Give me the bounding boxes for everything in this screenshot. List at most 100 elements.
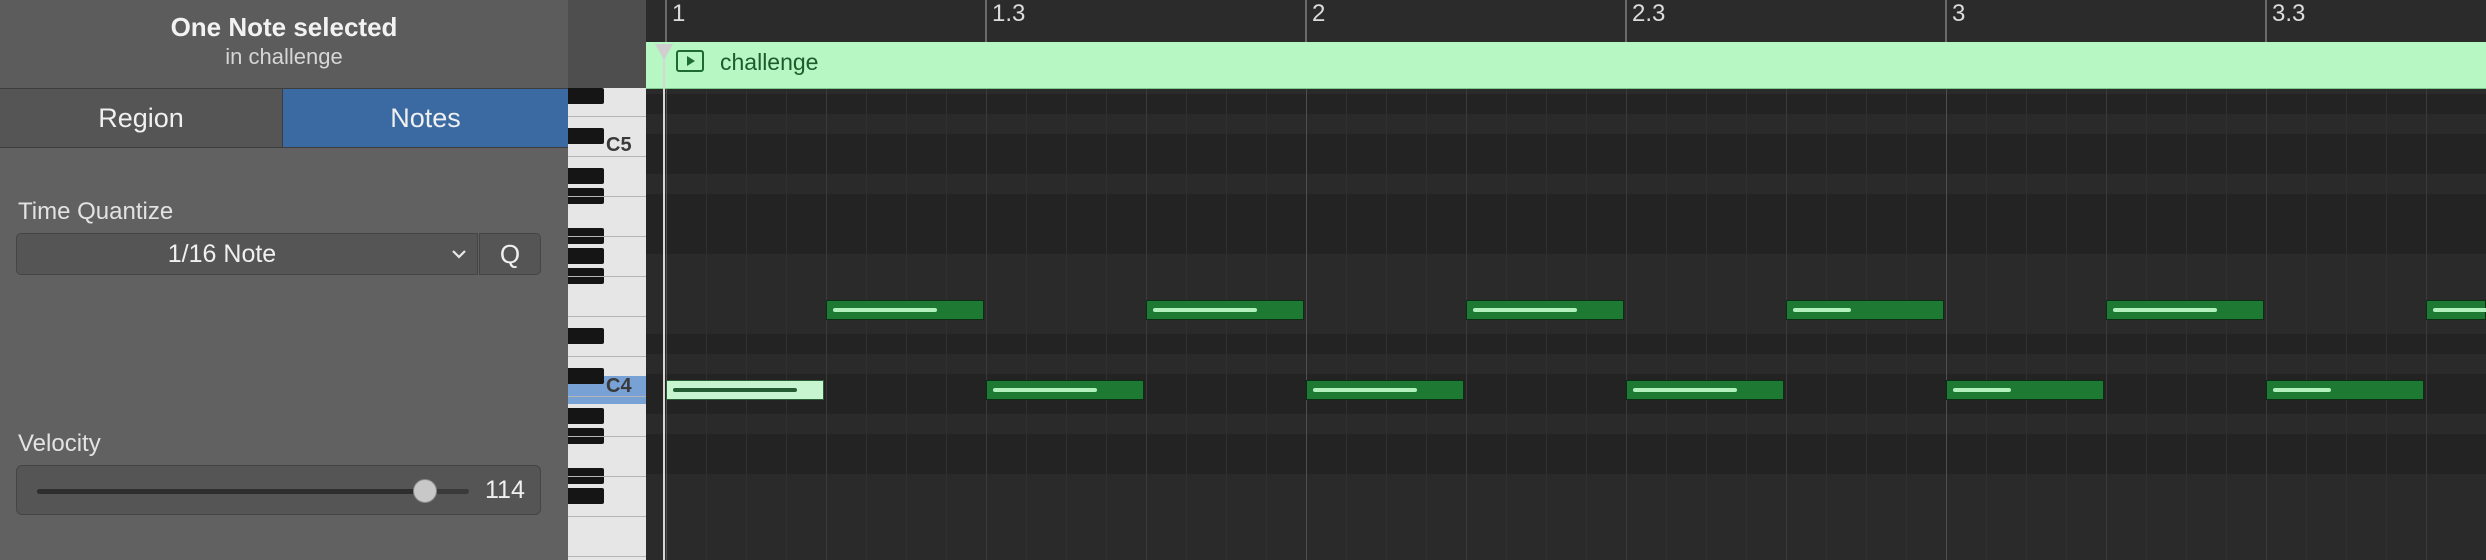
note[interactable] [2266, 380, 2424, 400]
black-key[interactable] [568, 248, 604, 264]
grid-line [2106, 88, 2107, 560]
ruler-tick [985, 0, 987, 42]
note-velocity-bar [1313, 388, 1417, 392]
white-key-separator [568, 116, 646, 117]
black-key[interactable] [568, 128, 604, 144]
grid-line [826, 88, 827, 560]
velocity-slider-track[interactable] [37, 489, 469, 494]
black-key[interactable] [568, 168, 604, 184]
black-key[interactable] [568, 328, 604, 344]
pitch-lane [646, 94, 2486, 114]
pitch-lane [646, 334, 2486, 354]
pitch-lane [646, 194, 2486, 214]
quantize-button[interactable]: Q [479, 233, 541, 275]
note-velocity-bar [1633, 388, 1737, 392]
grid-line [1546, 88, 1547, 560]
note-velocity-bar [1793, 308, 1851, 312]
note-grid[interactable] [646, 88, 2486, 560]
grid-line [666, 88, 667, 560]
grid-line [1586, 88, 1587, 560]
note-selected[interactable] [666, 380, 824, 400]
grid-line [1386, 88, 1387, 560]
note[interactable] [2106, 300, 2264, 320]
grid-line [1466, 88, 1467, 560]
time-quantize-select[interactable]: 1/16 Note [16, 233, 478, 275]
grid-line [1226, 88, 1227, 560]
black-key[interactable] [568, 408, 604, 424]
note[interactable] [986, 380, 1144, 400]
playhead[interactable] [663, 44, 665, 560]
grid-line [1026, 88, 1027, 560]
grid-line [786, 88, 787, 560]
white-key-separator [568, 156, 646, 157]
note-velocity-bar [1473, 308, 1577, 312]
grid-line [2226, 88, 2227, 560]
piano-keyboard: C5 C4 [568, 0, 646, 560]
ruler-label: 1 [672, 0, 686, 27]
note-velocity-bar [2273, 388, 2331, 392]
white-key-separator [568, 316, 646, 317]
white-key-separator [568, 396, 646, 397]
key-label-c5: C5 [606, 134, 632, 156]
grid-line [1346, 88, 1347, 560]
pitch-lane [646, 394, 2486, 414]
ruler-label: 3 [1952, 0, 1966, 27]
ruler-label: 3.3 [2272, 0, 2306, 27]
grid-line [1266, 88, 1267, 560]
pitch-lane [646, 454, 2486, 474]
note[interactable] [1786, 300, 1944, 320]
playhead-icon[interactable] [655, 44, 673, 60]
note[interactable] [1466, 300, 1624, 320]
grid-line [2186, 88, 2187, 560]
black-key[interactable] [568, 488, 604, 504]
time-quantize-label: Time Quantize [18, 198, 174, 225]
region-header[interactable]: challenge [646, 42, 2486, 89]
black-key[interactable] [568, 88, 604, 104]
grid-line [1786, 88, 1787, 560]
velocity-label: Velocity [18, 430, 101, 457]
grid-line [1506, 88, 1507, 560]
grid-line [986, 88, 987, 560]
note-inspector: One Note selected in challenge Region No… [0, 0, 568, 560]
white-key-separator [568, 356, 646, 357]
grid-line [2386, 88, 2387, 560]
grid-line [1146, 88, 1147, 560]
selection-subtitle: in challenge [225, 44, 343, 69]
grid-line [1186, 88, 1187, 560]
grid-line [946, 88, 947, 560]
note[interactable] [2426, 300, 2486, 320]
grid-line [2346, 88, 2347, 560]
ruler-tick [665, 0, 667, 42]
velocity-control: 114 [16, 465, 541, 515]
grid-line [706, 88, 707, 560]
grid-line [2026, 88, 2027, 560]
note[interactable] [826, 300, 984, 320]
black-key[interactable] [568, 368, 604, 384]
white-key-separator [568, 476, 646, 477]
white-key-separator [568, 556, 646, 557]
tab-notes[interactable]: Notes [283, 89, 568, 147]
note[interactable] [1146, 300, 1304, 320]
grid-line [746, 88, 747, 560]
piano-keys[interactable]: C5 C4 [568, 88, 646, 560]
grid-line [1706, 88, 1707, 560]
white-key-separator [568, 196, 646, 197]
grid-line [1946, 88, 1947, 560]
note[interactable] [1946, 380, 2104, 400]
keyboard-header [568, 0, 646, 88]
grid-line [2426, 88, 2427, 560]
grid-line [1866, 88, 1867, 560]
pitch-lane [646, 154, 2486, 174]
tab-region[interactable]: Region [0, 89, 283, 147]
chevron-down-icon [452, 250, 466, 259]
note[interactable] [1626, 380, 1784, 400]
note-velocity-bar [833, 308, 937, 312]
pitch-lane [646, 234, 2486, 254]
note[interactable] [1306, 380, 1464, 400]
ruler-tick [1945, 0, 1947, 42]
bar-ruler[interactable]: 1 1.3 2 2.3 3 3.3 [646, 0, 2486, 43]
white-key-separator [568, 276, 646, 277]
pitch-lane [646, 434, 2486, 454]
velocity-slider-thumb[interactable] [412, 479, 437, 503]
velocity-value[interactable]: 114 [485, 466, 525, 514]
